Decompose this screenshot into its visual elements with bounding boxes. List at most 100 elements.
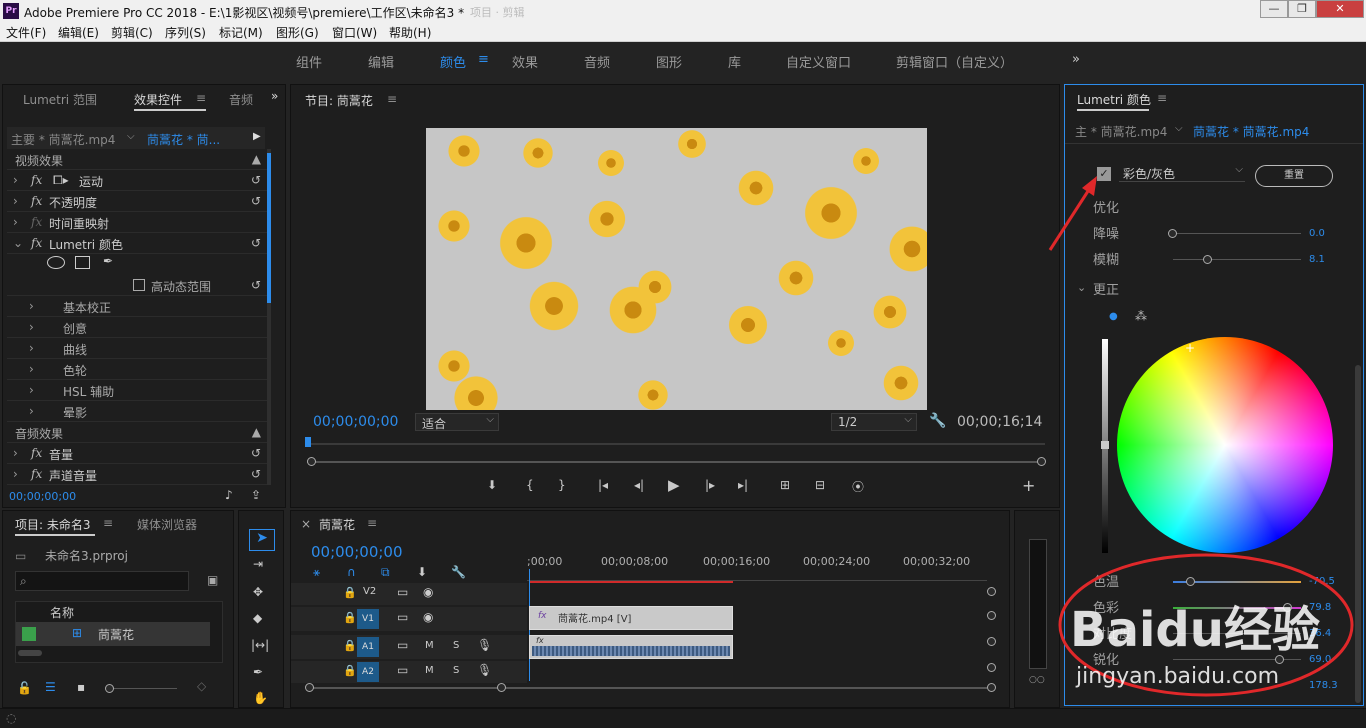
blur-knob[interactable] bbox=[1203, 255, 1212, 264]
zoom-slider[interactable] bbox=[107, 688, 177, 689]
camera-icon[interactable]: ⦿ bbox=[852, 478, 864, 495]
effect-row-lumetri[interactable]: ⌄ fx Lumetri 颜色 ↺ bbox=[7, 233, 269, 254]
three-wheel-icon[interactable]: ⁂ bbox=[1135, 309, 1147, 323]
zoom-handle-right[interactable] bbox=[1037, 457, 1046, 466]
add-button-icon[interactable]: + bbox=[1022, 476, 1035, 495]
blur-slider[interactable] bbox=[1173, 259, 1301, 260]
chevron-down-icon[interactable]: ⌵ bbox=[1175, 123, 1183, 134]
workspace-custom[interactable]: 自定义窗口 bbox=[786, 52, 851, 71]
blur-value[interactable]: 8.1 bbox=[1309, 254, 1325, 265]
new-bin-icon[interactable]: ▣ bbox=[207, 573, 218, 587]
time-ruler[interactable] bbox=[527, 573, 987, 581]
timeline-title[interactable]: 茼蒿花 bbox=[319, 516, 355, 533]
snap-icon[interactable]: ⚹ bbox=[313, 565, 320, 580]
scroll-handle-left[interactable] bbox=[305, 683, 314, 692]
step-forward-icon[interactable]: |▸ bbox=[705, 478, 715, 492]
section-color-wheels[interactable]: › 色轮 bbox=[7, 359, 269, 380]
filter-icon[interactable]: ♪ bbox=[225, 488, 233, 502]
workspace-graphics[interactable]: 图形 bbox=[656, 52, 682, 71]
contrast-slider[interactable] bbox=[1173, 633, 1301, 634]
temperature-knob[interactable] bbox=[1186, 577, 1195, 586]
search-input[interactable]: ⌕ bbox=[15, 571, 189, 591]
effect-row-motion[interactable]: › fx ⧠▸ 运动 ↺ bbox=[7, 170, 269, 191]
video-clip[interactable]: fx 茼蒿花.mp4 [V] bbox=[529, 606, 733, 630]
column-name[interactable]: 名称 bbox=[50, 604, 74, 621]
hdr-checkbox[interactable] bbox=[133, 279, 145, 291]
scroll-handle-end[interactable] bbox=[987, 683, 996, 692]
panel-menu-icon[interactable]: ≡ bbox=[387, 92, 397, 106]
pen-mask-icon[interactable]: ✒ bbox=[103, 254, 113, 268]
menu-edit[interactable]: 编辑(E) bbox=[58, 24, 99, 41]
pen-tool-icon[interactable]: ✒ bbox=[253, 665, 263, 679]
export-icon[interactable]: ⇪ bbox=[251, 488, 261, 502]
menu-sequence[interactable]: 序列(S) bbox=[165, 24, 206, 41]
linked-selection-icon[interactable]: ⧉ bbox=[381, 565, 390, 580]
chevron-down-icon[interactable]: ⌵ bbox=[127, 131, 135, 142]
section-vignette[interactable]: › 晕影 bbox=[7, 401, 269, 422]
effect-row-opacity[interactable]: › fx 不透明度 ↺ bbox=[7, 191, 269, 212]
panel-menu-icon[interactable]: ≡ bbox=[367, 516, 377, 530]
section-basic[interactable]: › 基本校正 bbox=[7, 296, 269, 317]
panel-menu-icon[interactable]: ≡ bbox=[196, 91, 206, 105]
workspace-editing[interactable]: 编辑 bbox=[368, 52, 394, 71]
add-marker-icon[interactable]: ⬇ bbox=[417, 565, 427, 579]
go-to-out-icon[interactable]: ▸| bbox=[738, 478, 748, 492]
panel-menu-icon[interactable]: ≡ bbox=[1157, 91, 1167, 105]
program-timecode-current[interactable]: 00;00;00;00 bbox=[313, 414, 398, 430]
lock-icon[interactable]: 🔓 bbox=[17, 681, 32, 695]
vscroll-knob[interactable] bbox=[987, 637, 996, 646]
tab-media-browser[interactable]: 媒体浏览器 bbox=[137, 516, 197, 533]
overflow-chevron-icon[interactable]: » bbox=[1072, 52, 1080, 67]
workspace-menu-icon[interactable]: ≡ bbox=[478, 52, 489, 67]
audio-clip[interactable]: fx bbox=[529, 635, 733, 659]
timeline-timecode[interactable]: 00;00;00;00 bbox=[311, 543, 403, 561]
denoise-value[interactable]: 0.0 bbox=[1309, 228, 1325, 239]
ellipse-mask-icon[interactable] bbox=[47, 256, 65, 269]
sharpen-knob[interactable] bbox=[1275, 655, 1284, 664]
effect-row-volume[interactable]: › fx 音量 ↺ bbox=[7, 443, 269, 464]
selection-tool-icon[interactable]: ➤ bbox=[249, 529, 275, 551]
fit-select[interactable]: 适合 ⌵ bbox=[415, 413, 499, 431]
workspace-libraries[interactable]: 库 bbox=[728, 52, 741, 71]
tint-slider[interactable] bbox=[1173, 607, 1301, 609]
menu-help[interactable]: 帮助(H) bbox=[389, 24, 431, 41]
hand-tool-icon[interactable]: ✋ bbox=[253, 691, 268, 705]
resolution-select[interactable]: 1/2 ⌵ bbox=[831, 413, 917, 431]
icon-view-icon[interactable]: ▪ bbox=[77, 680, 85, 694]
playhead-marker[interactable] bbox=[305, 437, 311, 447]
tab-lumetri-scopes[interactable]: Lumetri 范围 bbox=[23, 91, 97, 108]
zoom-slider-knob[interactable] bbox=[105, 684, 114, 693]
section-creative[interactable]: › 创意 bbox=[7, 317, 269, 338]
look-checkbox[interactable]: ✓ bbox=[1097, 167, 1111, 181]
tint-knob[interactable] bbox=[1283, 603, 1292, 612]
sort-icon[interactable]: ◇ bbox=[197, 679, 206, 693]
denoise-knob[interactable] bbox=[1168, 229, 1177, 238]
close-button[interactable]: ✕ bbox=[1316, 0, 1364, 18]
menu-graphics[interactable]: 图形(G) bbox=[276, 24, 319, 41]
tab-effect-controls[interactable]: 效果控件 bbox=[134, 91, 182, 108]
section-hsl[interactable]: › HSL 辅助 bbox=[7, 380, 269, 401]
lumetri-title[interactable]: Lumetri 颜色 bbox=[1077, 91, 1151, 108]
effect-row-time-remap[interactable]: › fx 时间重映射 bbox=[7, 212, 269, 233]
slip-tool-icon[interactable]: |↔| bbox=[251, 638, 269, 652]
workspace-effects[interactable]: 效果 bbox=[512, 52, 538, 71]
chevron-down-icon[interactable]: ⌄ bbox=[1077, 281, 1086, 294]
workspace-color[interactable]: 颜色 bbox=[440, 52, 466, 71]
effect-row-channel-volume[interactable]: › fx 声道音量 ↺ bbox=[7, 464, 269, 485]
horizontal-scroll-bar[interactable] bbox=[307, 687, 987, 689]
sequence-clip-label[interactable]: 茼蒿花 * 茼... bbox=[147, 131, 220, 148]
reset-button[interactable]: 重置 bbox=[1255, 165, 1333, 187]
ec-timecode[interactable]: 00;00;00;00 bbox=[9, 490, 76, 503]
workspace-assembly[interactable]: 组件 bbox=[296, 52, 322, 71]
minimize-button[interactable]: — bbox=[1260, 0, 1288, 18]
rect-mask-icon[interactable] bbox=[75, 256, 90, 269]
workspace-audio[interactable]: 音频 bbox=[584, 52, 610, 71]
vscroll-knob[interactable] bbox=[987, 611, 996, 620]
close-icon[interactable]: × bbox=[301, 517, 311, 531]
master-clip-label[interactable]: 主要 * 茼蒿花.mp4 bbox=[11, 131, 115, 148]
vscroll-knob[interactable] bbox=[987, 663, 996, 672]
wheel-crosshair-icon[interactable]: + bbox=[1185, 341, 1195, 355]
razor-tool-icon[interactable]: ◆ bbox=[253, 611, 262, 625]
wrench-icon[interactable]: 🔧 bbox=[451, 565, 466, 579]
saturation-value[interactable]: 178.3 bbox=[1309, 680, 1338, 691]
